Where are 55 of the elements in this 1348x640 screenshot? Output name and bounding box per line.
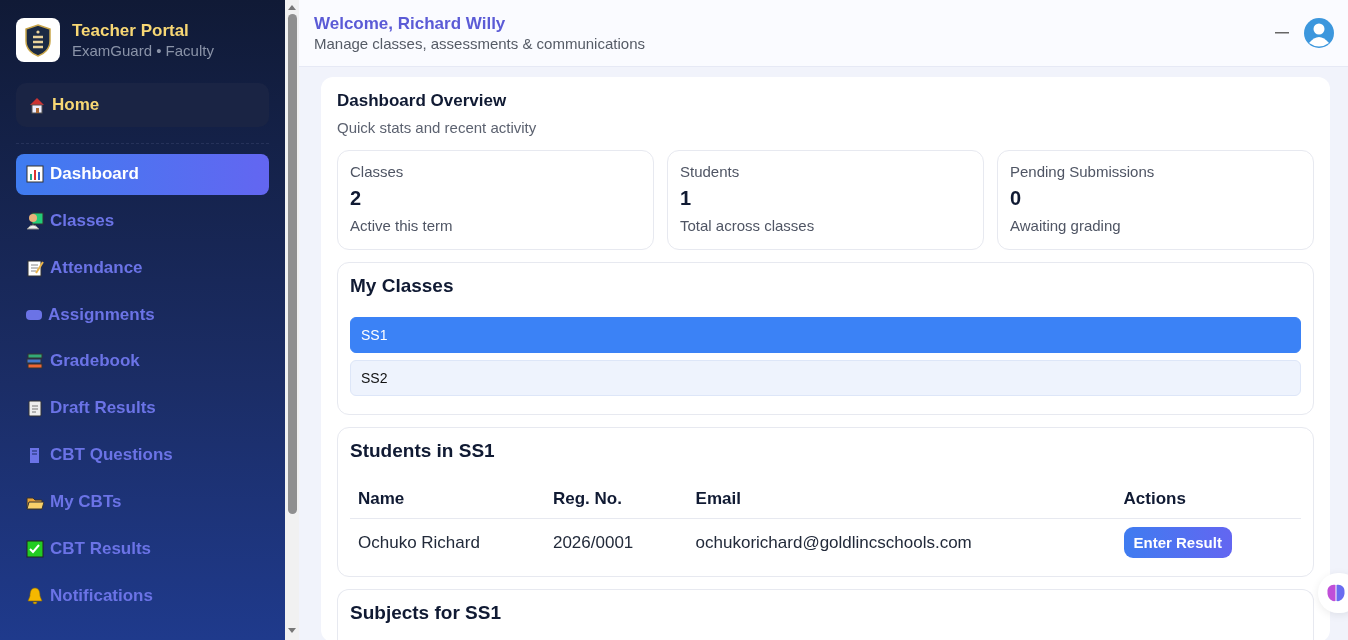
- avatar-icon[interactable]: [1304, 18, 1334, 48]
- nav-item[interactable]: Gradebook: [16, 341, 269, 382]
- scroll-down-icon[interactable]: [288, 628, 296, 634]
- overview-subtitle: Quick stats and recent activity: [337, 119, 538, 136]
- class-item[interactable]: SS2: [350, 360, 1301, 396]
- stat-note: Active this term: [350, 217, 454, 234]
- memo-icon: [26, 258, 44, 277]
- scrollbar-thumb[interactable]: [287, 14, 297, 514]
- nav-item[interactable]: CBT Questions: [16, 434, 269, 476]
- section-title: Subjects for SS1: [350, 602, 502, 624]
- stat-note: Total across classes: [680, 217, 816, 234]
- section-title: My Classes: [350, 275, 455, 297]
- column-header: Actions: [1115, 480, 1301, 519]
- bar-chart-icon: [26, 165, 44, 184]
- check-box-icon: [26, 539, 44, 558]
- stat-value: 1: [680, 187, 693, 210]
- stat-note: Awaiting grading: [1010, 217, 1122, 234]
- class-item[interactable]: SS1: [350, 317, 1301, 353]
- table-cell: Ochuko Richard: [350, 518, 545, 566]
- stat-label: Students: [680, 163, 741, 180]
- nav-item[interactable]: My CBTs: [16, 481, 269, 523]
- column-header: Name: [350, 480, 545, 519]
- overview-title: Dashboard Overview: [337, 91, 508, 111]
- brain-icon: [1326, 584, 1346, 602]
- column-header: Email: [687, 480, 1116, 519]
- clipboard-icon: [26, 399, 44, 418]
- nav-item[interactable]: CBT Results: [16, 528, 269, 570]
- column-header: Reg. No.: [544, 480, 688, 519]
- stat-value: 2: [350, 187, 363, 210]
- nav-item[interactable]: Dashboard: [16, 153, 269, 195]
- portal-title: Teacher Portal: [72, 21, 190, 41]
- section-title: Students in SS1: [350, 440, 496, 462]
- nav-item[interactable]: Assignments: [16, 294, 269, 336]
- scroll-up-icon[interactable]: [288, 4, 296, 10]
- teacher-icon: [26, 212, 44, 231]
- books-icon: [26, 352, 44, 371]
- table-cell: ochukorichard@goldlincschools.com: [687, 518, 1116, 566]
- shield-logo: [16, 18, 60, 62]
- welcome-subtitle: Manage classes, assessments & communications: [314, 35, 646, 52]
- stat-value: 0: [1010, 187, 1023, 210]
- house-icon: [28, 95, 46, 114]
- bell-icon: [26, 586, 44, 605]
- welcome-title: Welcome, Richard Willy: [314, 14, 507, 34]
- nav-item[interactable]: Draft Results: [16, 387, 269, 429]
- enter-result-button[interactable]: Enter Result: [1123, 527, 1232, 558]
- stat-label: Classes: [350, 163, 405, 180]
- home-button[interactable]: Home: [16, 83, 269, 127]
- minus-icon: [1275, 32, 1289, 34]
- nav-item[interactable]: Notifications: [16, 575, 269, 616]
- nav-item[interactable]: Classes: [16, 200, 269, 242]
- portal-subtitle: ExamGuard • Faculty: [72, 42, 214, 59]
- nav-item[interactable]: Attendance: [16, 247, 269, 289]
- stat-label: Pending Submissions: [1010, 163, 1156, 180]
- blob-icon: [26, 309, 42, 320]
- table-cell: 2026/0001: [544, 518, 688, 566]
